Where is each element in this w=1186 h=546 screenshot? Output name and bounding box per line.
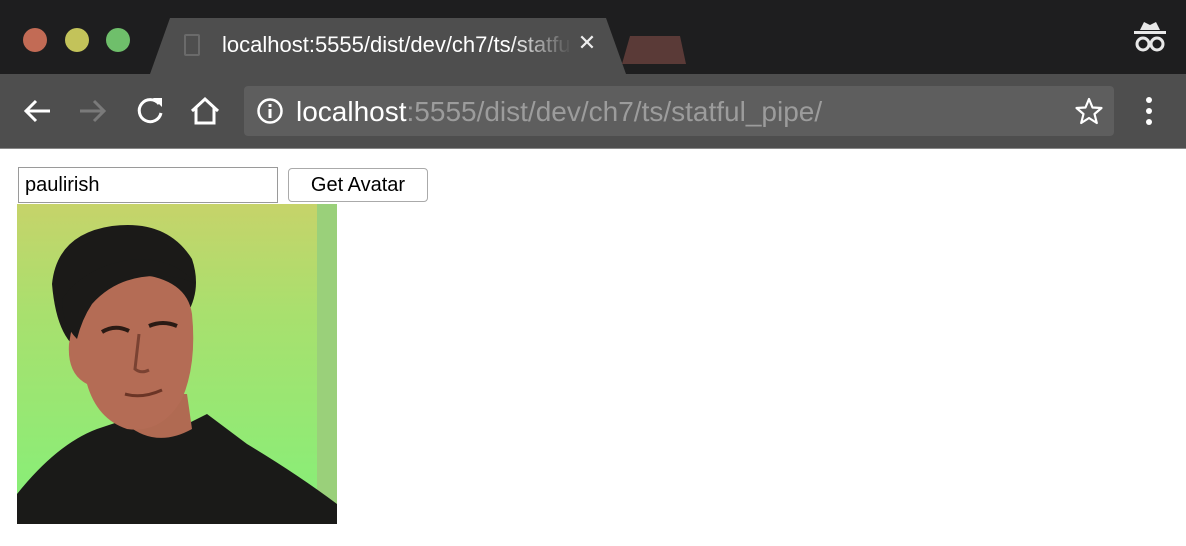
page-icon xyxy=(184,34,200,56)
reload-icon[interactable] xyxy=(130,92,168,130)
forward-icon[interactable] xyxy=(74,92,112,130)
get-avatar-button[interactable]: Get Avatar xyxy=(288,168,428,202)
address-bar[interactable]: localhost:5555/dist/dev/ch7/ts/statful_p… xyxy=(244,86,1114,136)
browser-window: localhost:5555/dist/dev/ch7/ts/statful_p… xyxy=(0,0,1186,546)
home-icon[interactable] xyxy=(186,92,224,130)
page-content: Get Avatar xyxy=(0,148,1186,546)
url-text[interactable]: localhost:5555/dist/dev/ch7/ts/statful_p… xyxy=(296,96,822,128)
info-icon[interactable] xyxy=(256,97,284,125)
close-window-button[interactable] xyxy=(23,28,47,52)
avatar-photo xyxy=(17,204,337,524)
star-icon[interactable] xyxy=(1074,96,1104,126)
username-input[interactable] xyxy=(18,167,278,203)
minimize-window-button[interactable] xyxy=(65,28,89,52)
url-path: :5555/dist/dev/ch7/ts/statful_pipe/ xyxy=(406,96,823,127)
active-tab[interactable]: localhost:5555/dist/dev/ch7/ts/statful_p… xyxy=(150,18,626,74)
tab-close-icon[interactable]: ✕ xyxy=(574,30,600,56)
incognito-icon xyxy=(1134,22,1166,52)
back-icon[interactable] xyxy=(18,92,56,130)
tab-title: localhost:5555/dist/dev/ch7/ts/statful_p… xyxy=(222,32,572,57)
new-tab-button[interactable] xyxy=(622,36,686,64)
maximize-window-button[interactable] xyxy=(106,28,130,52)
menu-icon[interactable] xyxy=(1134,92,1164,130)
title-bar: localhost:5555/dist/dev/ch7/ts/statful_p… xyxy=(0,0,1186,74)
url-host: localhost xyxy=(296,96,407,127)
toolbar: localhost:5555/dist/dev/ch7/ts/statful_p… xyxy=(0,74,1186,148)
